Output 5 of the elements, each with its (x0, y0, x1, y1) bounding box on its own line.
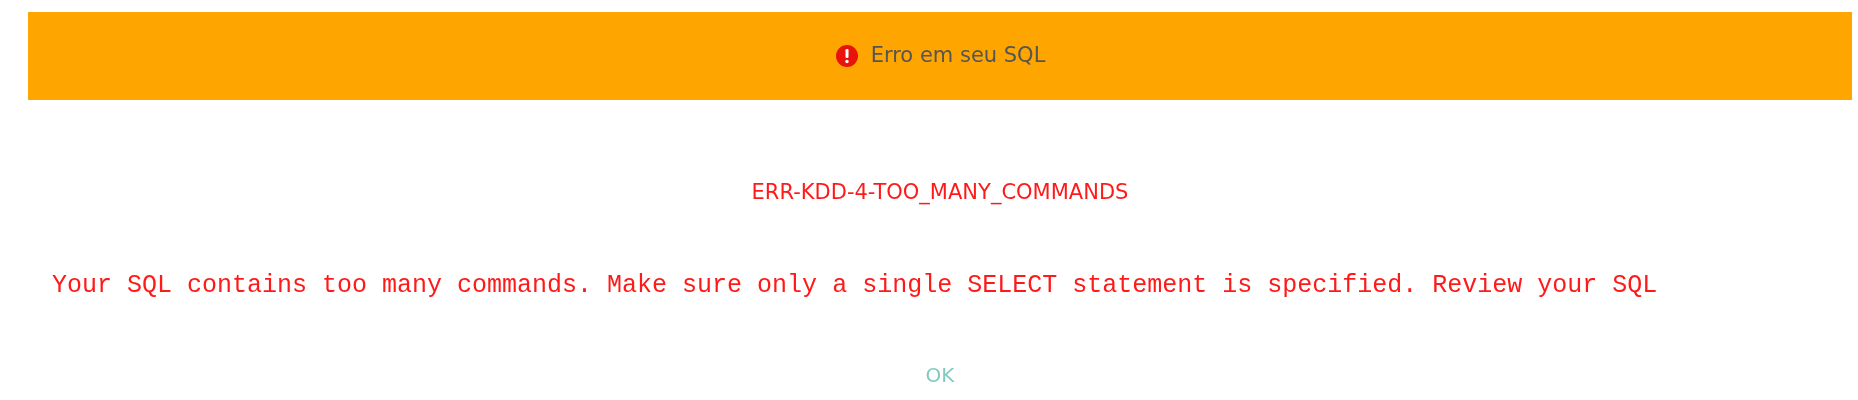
dialog-title: Erro em seu SQL (870, 42, 1046, 70)
error-code: ERR-KDD-4-TOO_MANY_COMMANDS (750, 179, 1130, 207)
error-message: Your SQL contains too many commands. Make sure only a single SELECT statement is specified. Review your SQL (51, 269, 1659, 302)
ok-button[interactable]: OK (913, 356, 967, 394)
error-icon (834, 44, 859, 68)
